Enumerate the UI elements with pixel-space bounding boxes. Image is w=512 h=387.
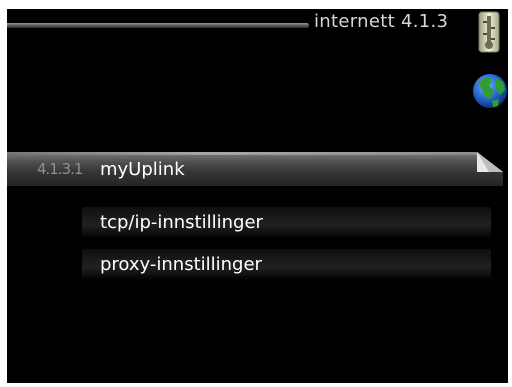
menu-item-myuplink[interactable]: 4.1.3.1 myUplink	[7, 152, 503, 186]
thermometer-icon	[478, 11, 500, 53]
menu-item-label: proxy-innstillinger	[100, 254, 262, 275]
page-corner-fold	[477, 152, 503, 172]
page-title: internett 4.1.3	[314, 11, 449, 32]
selection-shine	[7, 152, 481, 155]
menu-item-proxy-settings[interactable]: proxy-innstillinger	[82, 249, 491, 279]
menu-item-number: 4.1.3.1	[37, 160, 83, 178]
menu-item-tcp-ip-settings[interactable]: tcp/ip-innstillinger	[82, 207, 491, 237]
globe-icon	[473, 74, 507, 108]
menu-item-label: tcp/ip-innstillinger	[100, 212, 263, 233]
display-screen: internett 4.1.3 4.1.3.1 myUplink tcp/ip-…	[7, 9, 508, 383]
title-divider	[7, 23, 309, 28]
menu-item-label: myUplink	[100, 159, 185, 180]
